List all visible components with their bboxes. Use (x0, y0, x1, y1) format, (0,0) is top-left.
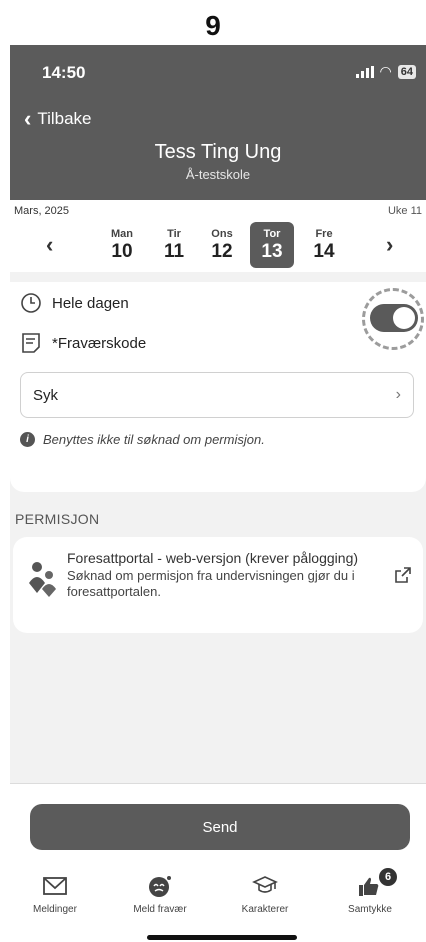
permission-section-title: PERMISJON (15, 511, 100, 527)
tab-label: Meld fravær (133, 904, 187, 915)
day-number: 12 (211, 241, 233, 262)
tab-label: Meldinger (33, 904, 77, 915)
tab-meldinger[interactable]: Meldinger (10, 872, 100, 915)
clock-icon (21, 293, 41, 313)
day-name: Ons (211, 228, 233, 240)
day-number: 10 (111, 241, 133, 262)
people-icon (29, 562, 56, 597)
day-name: Tor (263, 228, 281, 240)
day-number: 13 (261, 241, 283, 262)
student-name: Tess Ting Ung (154, 141, 282, 163)
month-label: Mars, 2025 (14, 205, 70, 217)
tab-samtykke[interactable]: 6 Samtykke (325, 868, 415, 915)
absence-code-select[interactable]: Syk › (20, 372, 414, 418)
school-name: Å-testskole (185, 167, 251, 182)
step-number: 9 (205, 10, 221, 41)
next-week-button[interactable]: › (386, 232, 393, 258)
toggle-highlight (362, 288, 424, 350)
back-button[interactable]: ‹ Tilbake (24, 108, 92, 130)
week-selector: Mars, 2025 Uke 11 ‹ Man 10 Tir 11 Ons 12… (10, 200, 426, 272)
day-name: Fre (315, 228, 333, 240)
permission-card[interactable]: Foresattportal - web-versjon (krever pål… (13, 537, 423, 633)
tab-meld-fravaer[interactable]: Meld fravær (115, 872, 205, 915)
day-monday[interactable]: Man 10 (100, 222, 144, 268)
tab-label: Samtykke (348, 904, 392, 915)
info-text: Benyttes ikke til søknad om permisjon. (43, 432, 265, 447)
day-number: 11 (163, 241, 185, 262)
graduation-cap-icon (252, 876, 278, 893)
tab-karakterer[interactable]: Karakterer (220, 872, 310, 915)
home-indicator (147, 935, 297, 940)
phone-screen: 14:50 ◠ 64 ‹ Tilbake Tess Ting Ung Å-tes… (10, 45, 426, 942)
all-day-row: Hele dagen (20, 292, 129, 314)
day-name: Man (111, 228, 133, 240)
signal-icon (355, 65, 374, 78)
bottom-area: Send Meldinger Meld fravær Karakterer 6 … (10, 783, 426, 942)
report-absence-icon (149, 876, 171, 897)
all-day-toggle[interactable] (370, 304, 418, 332)
absence-code-label: *Fraværskode (52, 334, 147, 352)
permission-title: Foresattportal - web-versjon (krever pål… (67, 550, 359, 566)
chevron-right-icon: › (395, 386, 401, 403)
day-name: Tir (167, 228, 181, 240)
tab-label: Karakterer (241, 904, 289, 915)
info-line: i Benyttes ikke til søknad om permisjon. (20, 432, 265, 447)
all-day-label: Hele dagen (52, 294, 129, 312)
info-icon: i (20, 432, 35, 447)
header: 14:50 ◠ 64 ‹ Tilbake Tess Ting Ung Å-tes… (10, 45, 426, 200)
chevron-left-icon: ‹ (24, 106, 32, 131)
toggle-knob (393, 307, 415, 329)
day-friday[interactable]: Fre 14 (302, 222, 346, 268)
notification-badge: 6 (379, 868, 397, 886)
permission-description: Søknad om permisjon fra undervisningen g… (67, 568, 355, 599)
previous-week-button[interactable]: ‹ (46, 232, 53, 258)
day-wednesday[interactable]: Ons 12 (200, 222, 244, 268)
battery-icon: 64 (397, 64, 416, 79)
back-label: Tilbake (37, 109, 92, 128)
absence-code-value: Syk (33, 386, 59, 404)
wifi-icon: ◠ (379, 63, 392, 79)
note-icon (22, 333, 40, 353)
envelope-icon (43, 877, 67, 895)
external-link-icon[interactable] (393, 565, 413, 585)
week-label: Uke 11 (387, 205, 422, 217)
absence-card: Hele dagen *Fraværskode Syk › i Benyttes… (10, 282, 426, 492)
status-time: 14:50 (42, 63, 86, 82)
day-thursday-selected[interactable]: Tor 13 (250, 222, 294, 268)
day-tuesday[interactable]: Tir 11 (152, 222, 196, 268)
send-button[interactable]: Send (30, 804, 410, 850)
day-number: 14 (313, 241, 335, 262)
status-icons: ◠ 64 (355, 63, 416, 80)
absence-code-row: *Fraværskode (20, 332, 146, 354)
